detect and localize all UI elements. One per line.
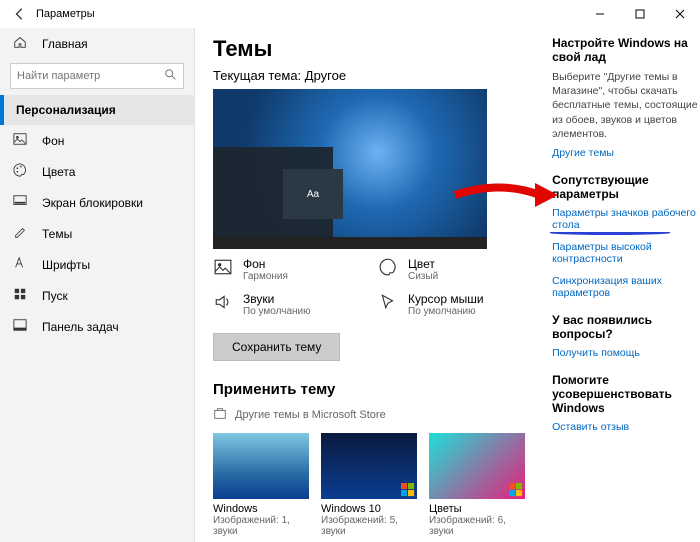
sidebar-item-label: Экран блокировки [42,196,143,210]
lockscreen-icon [12,194,28,211]
sidebar-home[interactable]: Главная [0,28,194,59]
current-theme-label: Текущая тема: Другое [213,68,552,83]
store-themes-link[interactable]: Другие темы в Microsoft Store [213,406,552,423]
theme-item-windows[interactable]: Windows Изображений: 1, звуки [213,433,309,537]
picture-icon [12,132,28,149]
theme-name: Windows 10 [321,503,417,515]
sidebar-item-colors[interactable]: Цвета [0,156,194,187]
link-label: Параметры значков рабочего стола [552,207,696,231]
windows-badge-icon [509,483,523,497]
cell-value: Сизый [408,271,438,282]
cell-title: Курсор мыши [408,292,484,306]
apply-theme-heading: Применить тему [213,381,552,398]
back-button[interactable] [6,0,34,28]
sync-settings-link[interactable]: Синхронизация ваших параметров [552,275,700,299]
store-icon [213,406,227,423]
theme-item-windows10[interactable]: Windows 10 Изображений: 5, звуки [321,433,417,537]
close-button[interactable] [660,0,700,28]
cell-value: По умолчанию [408,306,484,317]
sidebar-item-label: Цвета [42,165,75,179]
picture-icon [213,257,233,277]
search-wrap [10,63,184,89]
maximize-button[interactable] [620,0,660,28]
minimize-icon [595,9,605,19]
start-icon [12,287,28,304]
sidebar-item-label: Фон [42,134,64,148]
improve-heading: Помогите усовершенствовать Windows [552,373,700,415]
sidebar-item-themes[interactable]: Темы [0,218,194,249]
sidebar-item-start[interactable]: Пуск [0,280,194,311]
search-input[interactable] [10,63,184,89]
close-icon [675,9,685,19]
theme-thumbnail [429,433,525,499]
annotation-underline [550,231,670,235]
palette-icon [378,257,398,277]
cell-title: Фон [243,257,288,271]
window-controls [580,0,700,28]
theme-detail: Изображений: 6, звуки [429,515,525,537]
minimize-button[interactable] [580,0,620,28]
palette-icon [12,163,28,180]
theme-cursor-link[interactable]: Курсор мыши По умолчанию [378,292,533,317]
page-title: Темы [213,36,552,62]
theme-color-link[interactable]: Цвет Сизый [378,257,533,282]
more-themes-link[interactable]: Другие темы [552,147,700,159]
fonts-icon [12,256,28,273]
questions-heading: У вас появились вопросы? [552,313,700,341]
sidebar-item-label: Шрифты [42,258,90,272]
desktop-icons-settings-link[interactable]: Параметры значков рабочего стола [552,207,700,231]
sidebar-item-taskbar[interactable]: Панель задач [0,311,194,342]
sound-icon [213,292,233,312]
sidebar-home-label: Главная [42,37,88,51]
cell-value: Гармония [243,271,288,282]
customize-heading: Настройте Windows на свой лад [552,36,700,64]
theme-detail: Изображений: 1, звуки [213,515,309,537]
sidebar-item-background[interactable]: Фон [0,125,194,156]
cell-value: По умолчанию [243,306,311,317]
taskbar-icon [12,318,28,335]
save-theme-button[interactable]: Сохранить тему [213,333,340,361]
sidebar: Главная Персонализация Фон Цвета Экран б… [0,28,195,542]
cursor-icon [378,292,398,312]
theme-name: Windows [213,503,309,515]
maximize-icon [635,9,645,19]
store-link-label: Другие темы в Microsoft Store [235,409,386,421]
theme-thumbnail [213,433,309,499]
theme-name: Цветы [429,503,525,515]
preview-window: Aa [283,169,343,219]
windows-badge-icon [401,483,415,497]
app-title: Параметры [36,8,95,20]
related-heading: Сопутствующие параметры [552,173,700,201]
cell-title: Звуки [243,292,311,306]
theme-preview: Aa [213,89,487,249]
theme-item-flowers[interactable]: Цветы Изображений: 6, звуки [429,433,525,537]
sidebar-item-fonts[interactable]: Шрифты [0,249,194,280]
feedback-link[interactable]: Оставить отзыв [552,421,700,433]
theme-background-link[interactable]: Фон Гармония [213,257,368,282]
cell-title: Цвет [408,257,438,271]
sidebar-item-label: Темы [42,227,72,241]
preview-sample-text: Aa [307,189,319,200]
get-help-link[interactable]: Получить помощь [552,347,700,359]
search-icon [164,68,178,85]
high-contrast-settings-link[interactable]: Параметры высокой контрастности [552,241,700,265]
sidebar-item-label: Пуск [42,289,68,303]
themes-icon [12,225,28,242]
arrow-left-icon [13,7,27,21]
sidebar-item-lockscreen[interactable]: Экран блокировки [0,187,194,218]
theme-detail: Изображений: 5, звуки [321,515,417,537]
home-icon [12,35,28,52]
sidebar-item-label: Панель задач [42,320,119,334]
title-bar: Параметры [0,0,700,28]
preview-taskbar [213,237,487,249]
theme-sounds-link[interactable]: Звуки По умолчанию [213,292,368,317]
customize-body: Выберите "Другие темы в Магазине", чтобы… [552,70,700,141]
theme-thumbnail [321,433,417,499]
sidebar-category: Персонализация [0,95,194,125]
